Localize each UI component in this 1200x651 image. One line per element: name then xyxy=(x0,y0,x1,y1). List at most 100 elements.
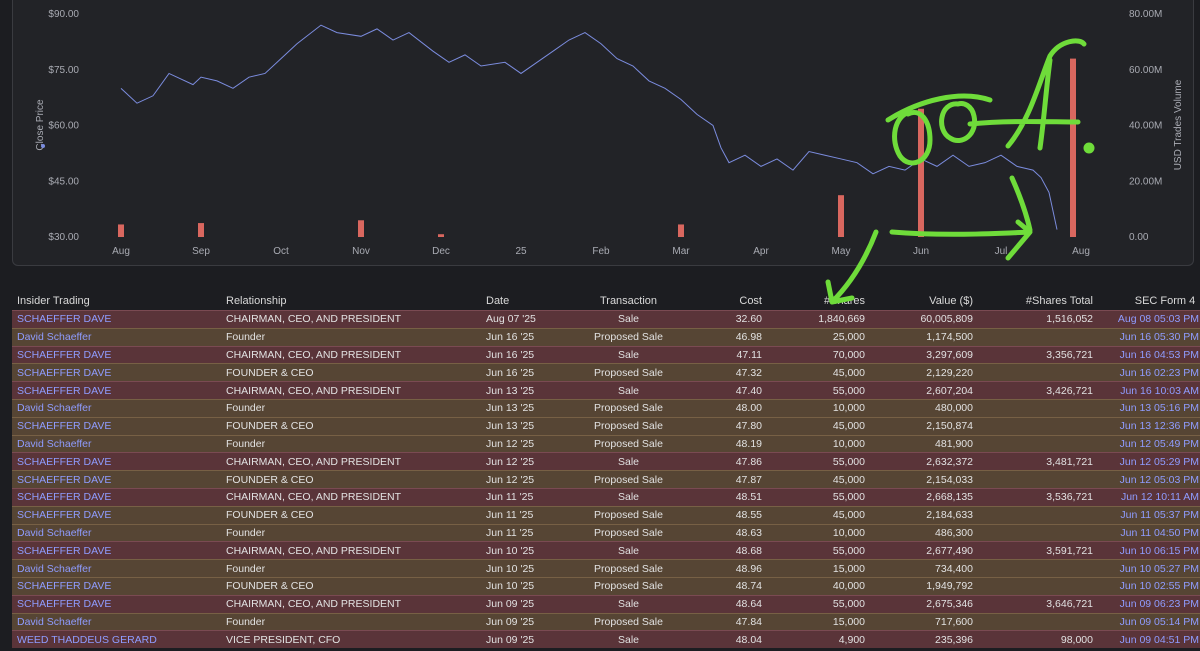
insider-name[interactable]: SCHAEFFER DAVE xyxy=(12,416,222,436)
cost: 48.04 xyxy=(690,630,766,649)
sec-form-link[interactable]: Jun 09 04:51 PM xyxy=(1097,630,1200,649)
insider-name[interactable]: SCHAEFFER DAVE xyxy=(12,381,222,400)
sec-form-link[interactable]: Jun 09 06:23 PM xyxy=(1097,594,1200,614)
insider-name[interactable]: SCHAEFFER DAVE xyxy=(12,505,222,525)
insider-name[interactable]: SCHAEFFER DAVE xyxy=(12,363,222,382)
sec-form-link[interactable]: Jun 12 05:49 PM xyxy=(1097,434,1200,453)
table-row[interactable]: SCHAEFFER DAVE CHAIRMAN, CEO, AND PRESIDE… xyxy=(12,345,1200,364)
trade-date: Jun 13 '25 xyxy=(482,398,567,418)
table-row[interactable]: SCHAEFFER DAVE FOUNDER & CEO Jun 12 '25 Pro… xyxy=(12,470,1200,489)
sec-form-link[interactable]: Jun 16 05:30 PM xyxy=(1097,327,1200,347)
trade-date: Jun 13 '25 xyxy=(482,416,567,436)
sec-form-link[interactable]: Aug 08 05:03 PM xyxy=(1097,310,1200,329)
sec-form-link[interactable]: Jun 13 12:36 PM xyxy=(1097,416,1200,436)
sec-form-link[interactable]: Jun 10 05:27 PM xyxy=(1097,559,1200,578)
insider-name[interactable]: David Schaeffer xyxy=(12,612,222,631)
transaction-type: Sale xyxy=(567,452,690,471)
header-date[interactable]: Date xyxy=(482,292,567,311)
relationship: FOUNDER & CEO xyxy=(222,505,482,525)
table-row[interactable]: David Schaeffer Founder Jun 12 '25 Proposed… xyxy=(12,434,1200,453)
header-relationship[interactable]: Relationship xyxy=(222,292,482,311)
insider-name[interactable]: SCHAEFFER DAVE xyxy=(12,310,222,329)
table-row[interactable]: SCHAEFFER DAVE FOUNDER & CEO Jun 13 '25 Pro… xyxy=(12,416,1200,436)
volume-bar xyxy=(118,224,124,237)
sec-form-link[interactable]: Jun 12 10:11 AM xyxy=(1097,487,1200,507)
insider-name[interactable]: SCHAEFFER DAVE xyxy=(12,470,222,489)
insider-name[interactable]: David Schaeffer xyxy=(12,559,222,578)
insider-name[interactable]: SCHAEFFER DAVE xyxy=(12,576,222,596)
shares: 55,000 xyxy=(766,381,869,400)
transaction-type: Proposed Sale xyxy=(567,576,690,596)
sec-form-link[interactable]: Jun 10 06:15 PM xyxy=(1097,541,1200,560)
sec-form-link[interactable]: Jun 16 10:03 AM xyxy=(1097,381,1200,400)
relationship: Founder xyxy=(222,612,482,631)
insider-name[interactable]: SCHAEFFER DAVE xyxy=(12,594,222,614)
shares: 55,000 xyxy=(766,487,869,507)
table-row[interactable]: David Schaeffer Founder Jun 13 '25 Proposed… xyxy=(12,398,1200,418)
sec-form-link[interactable]: Jun 16 02:23 PM xyxy=(1097,363,1200,382)
trade-date: Jun 12 '25 xyxy=(482,470,567,489)
transaction-type: Proposed Sale xyxy=(567,327,690,347)
insider-name[interactable]: SCHAEFFER DAVE xyxy=(12,452,222,471)
insider-name[interactable]: David Schaeffer xyxy=(12,434,222,453)
header-cost[interactable]: Cost xyxy=(690,292,766,311)
insider-name[interactable]: WEED THADDEUS GERARD xyxy=(12,630,222,649)
trade-date: Jun 11 '25 xyxy=(482,523,567,542)
cost: 48.00 xyxy=(690,398,766,418)
insider-name[interactable]: David Schaeffer xyxy=(12,523,222,542)
insider-name[interactable]: SCHAEFFER DAVE xyxy=(12,487,222,507)
transaction-type: Proposed Sale xyxy=(567,523,690,542)
cost: 46.98 xyxy=(690,327,766,347)
header-value[interactable]: Value ($) xyxy=(869,292,977,311)
shares: 55,000 xyxy=(766,452,869,471)
insider-name[interactable]: David Schaeffer xyxy=(12,398,222,418)
header-insider-trading[interactable]: Insider Trading xyxy=(12,292,222,311)
table-row[interactable]: David Schaeffer Founder Jun 16 '25 Proposed… xyxy=(12,327,1200,347)
sec-form-link[interactable]: Jun 16 04:53 PM xyxy=(1097,345,1200,364)
table-row[interactable]: SCHAEFFER DAVE FOUNDER & CEO Jun 11 '25 Pro… xyxy=(12,505,1200,525)
table-row[interactable]: David Schaeffer Founder Jun 10 '25 Proposed… xyxy=(12,559,1200,578)
table-row[interactable]: SCHAEFFER DAVE FOUNDER & CEO Jun 10 '25 Pro… xyxy=(12,576,1200,596)
insider-name[interactable]: SCHAEFFER DAVE xyxy=(12,541,222,560)
trade-date: Jun 10 '25 xyxy=(482,576,567,596)
volume-bar xyxy=(438,234,444,237)
header-shares[interactable]: #Shares xyxy=(766,292,869,311)
header-shares-total[interactable]: #Shares Total xyxy=(977,292,1097,311)
transaction-type: Sale xyxy=(567,594,690,614)
header-transaction[interactable]: Transaction xyxy=(567,292,690,311)
insider-name[interactable]: David Schaeffer xyxy=(12,327,222,347)
table-row[interactable]: SCHAEFFER DAVE CHAIRMAN, CEO, AND PRESIDE… xyxy=(12,541,1200,560)
sec-form-link[interactable]: Jun 09 05:14 PM xyxy=(1097,612,1200,631)
table-row[interactable]: David Schaeffer Founder Jun 11 '25 Proposed… xyxy=(12,523,1200,542)
table-row[interactable]: SCHAEFFER DAVE CHAIRMAN, CEO, AND PRESIDE… xyxy=(12,452,1200,471)
transaction-type: Sale xyxy=(567,541,690,560)
relationship: VICE PRESIDENT, CFO xyxy=(222,630,482,649)
table-row[interactable]: SCHAEFFER DAVE CHAIRMAN, CEO, AND PRESIDE… xyxy=(12,487,1200,507)
x-tick-label: Jun xyxy=(913,246,929,257)
legend-dot xyxy=(41,144,45,148)
sec-form-link[interactable]: Jun 11 04:50 PM xyxy=(1097,523,1200,542)
sec-form-link[interactable]: Jun 12 05:29 PM xyxy=(1097,452,1200,471)
insider-name[interactable]: SCHAEFFER DAVE xyxy=(12,345,222,364)
table-row[interactable]: WEED THADDEUS GERARD VICE PRESIDENT, CFO J… xyxy=(12,630,1200,649)
sec-form-link[interactable]: Jun 10 02:55 PM xyxy=(1097,576,1200,596)
relationship: CHAIRMAN, CEO, AND PRESIDENT xyxy=(222,452,482,471)
header-sec-form-4[interactable]: SEC Form 4 xyxy=(1097,292,1200,311)
table-row[interactable]: SCHAEFFER DAVE CHAIRMAN, CEO, AND PRESIDE… xyxy=(12,310,1200,329)
y-left-tick-label: $30.00 xyxy=(48,232,79,243)
sec-form-link[interactable]: Jun 12 05:03 PM xyxy=(1097,470,1200,489)
cost: 47.87 xyxy=(690,470,766,489)
shares-total: 1,516,052 xyxy=(977,310,1097,329)
shares-total xyxy=(977,416,1097,436)
shares-total xyxy=(977,363,1097,382)
table-row[interactable]: SCHAEFFER DAVE CHAIRMAN, CEO, AND PRESIDE… xyxy=(12,594,1200,614)
table-row[interactable]: David Schaeffer Founder Jun 09 '25 Proposed… xyxy=(12,612,1200,631)
sec-form-link[interactable]: Jun 13 05:16 PM xyxy=(1097,398,1200,418)
sec-form-link[interactable]: Jun 11 05:37 PM xyxy=(1097,505,1200,525)
table-header-row: Insider Trading Relationship Date Transa… xyxy=(12,292,1200,311)
table-row[interactable]: SCHAEFFER DAVE FOUNDER & CEO Jun 16 '25 Pro… xyxy=(12,363,1200,382)
transaction-type: Proposed Sale xyxy=(567,434,690,453)
table-row[interactable]: SCHAEFFER DAVE CHAIRMAN, CEO, AND PRESIDE… xyxy=(12,381,1200,400)
x-tick-label: Jul xyxy=(995,246,1008,257)
shares-total xyxy=(977,327,1097,347)
